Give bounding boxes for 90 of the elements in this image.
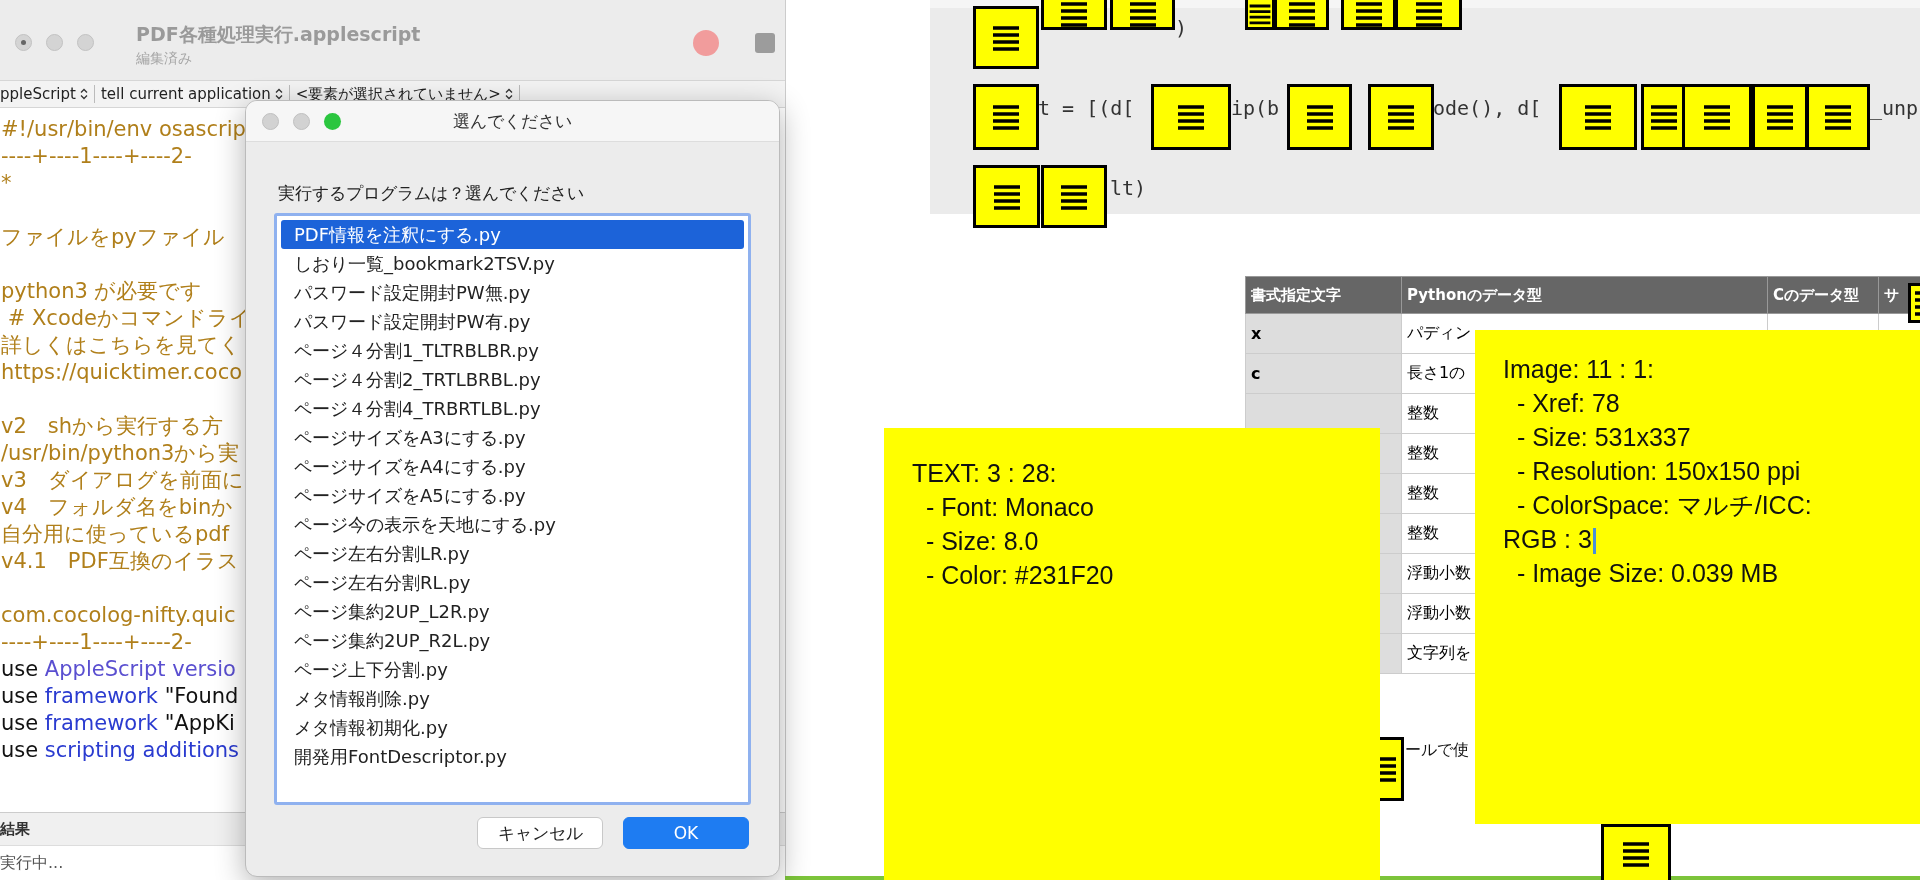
code-line: 自分用に使っているpdf xyxy=(1,521,230,548)
note-text: - Font: Monaco xyxy=(924,492,1095,523)
code-line: ----+----1----+----2- xyxy=(1,143,192,170)
note-text: - Color: #231F20 xyxy=(924,560,1114,591)
code-line: com.cocolog-nifty.quic xyxy=(1,602,236,629)
note-icon[interactable] xyxy=(1041,0,1107,30)
text-cursor xyxy=(1592,528,1596,555)
list-item[interactable]: パスワード設定開封PW有.py xyxy=(281,307,744,336)
ok-button[interactable]: OK xyxy=(623,817,749,849)
chevron-icon xyxy=(274,88,283,100)
note-icon[interactable] xyxy=(1559,84,1637,150)
list-item[interactable]: ページサイズをA3にする.py xyxy=(281,423,744,452)
code-text: _unp xyxy=(1870,96,1919,120)
column-header: 書式指定文字 xyxy=(1245,276,1402,314)
code-text: ip(b xyxy=(1231,96,1280,120)
code-line: use scripting additions xyxy=(1,737,240,764)
note-icon[interactable] xyxy=(1752,84,1808,150)
code-line: #!/usr/bin/env osascrip xyxy=(1,116,246,143)
navigation-popup[interactable]: ppleScript xyxy=(0,85,95,103)
list-item[interactable]: ページサイズをA5にする.py xyxy=(281,481,744,510)
note-icon[interactable] xyxy=(1110,0,1175,30)
code-line: https://quicktimer.coco xyxy=(1,359,243,386)
code-line: ----+----1----+----2- xyxy=(1,629,192,656)
note-icon[interactable] xyxy=(1682,84,1752,150)
close-button[interactable] xyxy=(15,34,32,51)
code-text: ode(), d[ xyxy=(1433,96,1542,120)
list-item[interactable]: ページ４分割1_TLTRBLBR.py xyxy=(281,336,744,365)
code-line: ファイルをpyファイル xyxy=(1,224,225,251)
code-line: python3 が必要です xyxy=(1,278,203,305)
note-icon[interactable] xyxy=(1151,84,1231,150)
code-line: * xyxy=(1,170,12,197)
list-item[interactable]: PDF情報を注釈にする.py xyxy=(281,220,744,249)
result-label: 結果 xyxy=(0,819,30,839)
code-line: use framework "Found xyxy=(1,683,239,710)
status-text: 実行中... xyxy=(0,852,64,874)
prompt-text: 実行するプログラムは？選んでください xyxy=(278,182,585,205)
list-item[interactable]: ページ左右分割RL.py xyxy=(281,568,744,597)
window-subtitle: 編集済み xyxy=(136,50,193,68)
code-line: v2 shから実行する方 xyxy=(1,413,224,440)
note-icon[interactable] xyxy=(1806,84,1870,150)
code-line: v4.1 PDF互換のイラス xyxy=(1,548,239,575)
note-icon[interactable] xyxy=(1287,84,1352,150)
table-cell: c xyxy=(1245,353,1402,394)
note-text: - Size: 8.0 xyxy=(924,526,1039,557)
list-item[interactable]: ページ４分割4_TRBRTLBL.py xyxy=(281,394,744,423)
note-icon[interactable] xyxy=(973,6,1039,69)
window-title: PDF各種処理実行.applescript xyxy=(136,22,421,47)
note-icon[interactable] xyxy=(973,84,1039,150)
list-item[interactable]: パスワード設定開封PW無.py xyxy=(281,278,744,307)
cancel-button[interactable]: キャンセル xyxy=(477,817,603,849)
list-item[interactable]: ページサイズをA4にする.py xyxy=(281,452,744,481)
note-icon[interactable] xyxy=(1274,0,1329,30)
code-text: lt) xyxy=(1110,176,1147,200)
code-line: # Xcodeかコマンドライ xyxy=(6,305,251,332)
code-line: use framework "AppKi xyxy=(1,710,235,737)
code-line: v3 ダイアログを前面に xyxy=(1,467,244,494)
list-item[interactable]: 開発用FontDescriptor.py xyxy=(281,742,744,771)
list-item[interactable]: メタ情報初期化.py xyxy=(281,713,744,742)
code-line: v4 フォルダ名をbinか xyxy=(1,494,234,521)
code-text: ) xyxy=(1175,16,1188,40)
code-line: /usr/bin/python3から実 xyxy=(1,440,240,467)
program-list[interactable] xyxy=(274,213,751,805)
list-item[interactable]: ページ集約2UP_R2L.py xyxy=(281,626,744,655)
note-text: Image: 11 : 1: xyxy=(1503,354,1654,385)
list-item[interactable]: ページ左右分割LR.py xyxy=(281,539,744,568)
list-item[interactable]: ページ今の表示を天地にする.py xyxy=(281,510,744,539)
table-cell: x xyxy=(1245,313,1402,354)
body-text: ールで使 xyxy=(1405,740,1470,761)
code-text: t = [(d[ xyxy=(1038,96,1135,120)
list-item[interactable]: ページ４分割2_TRTLBRBL.py xyxy=(281,365,744,394)
note-icon[interactable] xyxy=(1368,84,1434,150)
note-icon[interactable] xyxy=(1341,0,1396,30)
note-text: TEXT: 3 : 28: xyxy=(912,458,1057,489)
column-header: Pythonのデータ型 xyxy=(1401,276,1768,314)
note-icon[interactable] xyxy=(1601,824,1671,880)
list-item[interactable]: ページ集約2UP_L2R.py xyxy=(281,597,744,626)
list-item[interactable]: しおり一覧_bookmark2TSV.py xyxy=(281,249,744,278)
note-icon[interactable] xyxy=(1041,165,1107,228)
note-icon[interactable] xyxy=(1245,0,1275,30)
code-line: 詳しくはこちらを見てく xyxy=(1,332,241,359)
chevron-icon xyxy=(79,88,88,100)
note-icon[interactable] xyxy=(973,165,1040,228)
dialog-title: 選んでください xyxy=(453,109,572,133)
list-item[interactable]: ページ上下分割.py xyxy=(281,655,744,684)
code-line: use AppleScript versio xyxy=(1,656,236,683)
list-item[interactable]: メタ情報削除.py xyxy=(281,684,744,713)
note-icon[interactable] xyxy=(1395,0,1462,30)
note-text: RGB : 3 xyxy=(1503,522,1596,556)
column-header: Cのデータ型 xyxy=(1767,276,1879,314)
chevron-icon xyxy=(504,88,513,100)
